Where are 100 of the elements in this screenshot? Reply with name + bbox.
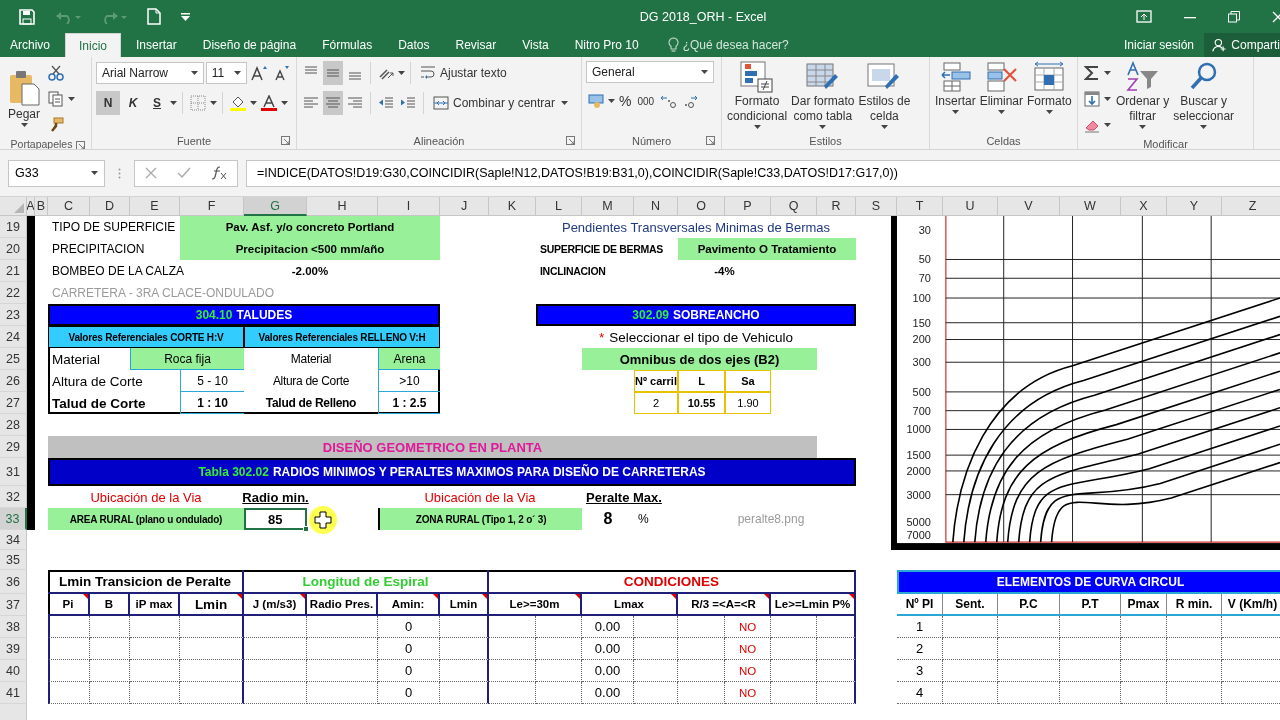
underline-button[interactable]: S <box>146 91 168 115</box>
column-header[interactable]: O <box>678 197 725 216</box>
merge-center-button[interactable]: Combinar y centrar <box>429 91 560 115</box>
decrease-decimal-icon[interactable] <box>682 93 699 109</box>
currency-icon[interactable] <box>588 93 604 109</box>
column-header[interactable]: J <box>440 197 489 216</box>
ribbon-tab[interactable]: Diseño de página <box>191 33 308 57</box>
format-painter-icon[interactable] <box>48 117 64 133</box>
vehicle-dropdown[interactable]: Omnibus de dos ejes (B2) <box>582 348 817 370</box>
ribbon-tab[interactable]: Fórmulas <box>311 33 384 57</box>
row-header[interactable]: 22 <box>0 282 27 304</box>
row-header[interactable]: 33 <box>0 508 27 530</box>
column-header[interactable]: K <box>489 197 536 216</box>
column-header[interactable]: P <box>725 197 771 216</box>
row-header[interactable]: 29 <box>0 436 27 458</box>
insert-function-icon[interactable] <box>211 166 227 180</box>
sum-icon[interactable] <box>1084 65 1100 81</box>
column-header[interactable]: T <box>897 197 943 216</box>
row-header[interactable]: 25 <box>0 348 27 370</box>
copy-icon[interactable] <box>48 91 64 107</box>
ribbon-tab[interactable]: Datos <box>387 33 441 57</box>
row-header[interactable]: 39 <box>0 638 27 660</box>
dialog-launcher-icon[interactable] <box>566 136 575 145</box>
italic-button[interactable]: K <box>122 91 144 115</box>
bold-button[interactable]: N <box>96 91 120 115</box>
increase-decimal-icon[interactable] <box>660 93 677 109</box>
ribbon-tab[interactable]: Archivo <box>2 33 61 57</box>
ribbon-tab[interactable]: Nitro Pro 10 <box>563 33 650 57</box>
scissors-icon[interactable] <box>48 65 64 81</box>
ribbon-tab[interactable]: Inicio <box>65 33 122 57</box>
row-header[interactable]: 26 <box>0 370 27 392</box>
row-header[interactable]: 34 <box>0 530 27 550</box>
dialog-launcher-icon[interactable] <box>76 141 85 149</box>
column-header[interactable]: L <box>536 197 582 216</box>
column-header[interactable]: U <box>943 197 998 216</box>
ribbon-tab[interactable]: Vista <box>511 33 560 57</box>
row-header[interactable]: 38 <box>0 616 27 638</box>
column-header[interactable]: Z <box>1222 197 1280 216</box>
fill-color-icon[interactable] <box>230 95 246 111</box>
row-header[interactable]: 21 <box>0 260 27 282</box>
column-header[interactable]: F <box>180 197 244 216</box>
column-header[interactable]: V <box>998 197 1060 216</box>
row-header[interactable]: 20 <box>0 238 27 260</box>
ribbon-button[interactable]: Dar formato como tabla <box>790 61 856 130</box>
customize-caret-icon[interactable] <box>181 12 190 21</box>
restore-icon[interactable] <box>1228 10 1240 23</box>
name-box[interactable]: G33 <box>8 159 105 187</box>
column-header[interactable]: D <box>90 197 130 216</box>
column-header[interactable]: X <box>1121 197 1167 216</box>
wrap-text-button[interactable]: Ajustar texto <box>416 61 511 85</box>
column-header[interactable]: G <box>244 197 307 216</box>
dialog-launcher-icon[interactable] <box>281 136 290 145</box>
ribbon-button[interactable]: Ordenar y filtrar <box>1115 61 1171 130</box>
row-header[interactable]: 32 <box>0 486 27 508</box>
column-header[interactable]: M <box>582 197 634 216</box>
column-header[interactable]: B <box>35 197 48 216</box>
ribbon-button[interactable]: Buscar y seleccionar <box>1172 61 1236 130</box>
row-header[interactable]: 23 <box>0 304 27 326</box>
column-header[interactable]: Y <box>1167 197 1222 216</box>
row-header[interactable]: 41 <box>0 682 27 704</box>
paste-button[interactable]: Pegar <box>4 70 44 128</box>
grow-font-icon[interactable] <box>251 65 268 81</box>
search-field[interactable]: ¿Qué desea hacer? <box>682 38 813 52</box>
row-header[interactable]: 19 <box>0 216 27 238</box>
percent-button[interactable]: % <box>617 89 634 113</box>
fill-down-icon[interactable] <box>1084 91 1100 107</box>
row-header[interactable]: 28 <box>0 414 27 436</box>
column-header[interactable]: E <box>130 197 180 216</box>
number-format-dropdown[interactable]: General <box>586 61 714 83</box>
font-name-dropdown[interactable]: Arial Narrow <box>96 62 204 84</box>
row-header[interactable]: 31 <box>0 458 27 486</box>
column-header[interactable]: C <box>48 197 90 216</box>
font-color-icon[interactable] <box>261 95 277 111</box>
thousands-button[interactable]: 000 <box>635 89 657 113</box>
row-header[interactable]: 27 <box>0 392 27 414</box>
dialog-launcher-icon[interactable] <box>706 136 715 145</box>
ribbon-button[interactable]: Eliminar <box>978 61 1025 115</box>
close-icon[interactable] <box>1272 10 1280 23</box>
shrink-font-icon[interactable] <box>274 65 290 81</box>
row-header[interactable]: 24 <box>0 326 27 348</box>
row-header[interactable]: 36 <box>0 570 27 594</box>
column-header[interactable]: S <box>856 197 897 216</box>
column-header[interactable]: H <box>307 197 378 216</box>
ribbon-display-icon[interactable] <box>1136 10 1152 23</box>
ribbon-tab[interactable]: Insertar <box>125 33 188 57</box>
sign-in-link[interactable]: Iniciar sesión <box>1113 33 1204 57</box>
share-button[interactable]: Comparti <box>1204 33 1280 57</box>
save-icon[interactable] <box>19 8 35 25</box>
column-header[interactable]: R <box>817 197 856 216</box>
ribbon-button[interactable]: Formato <box>1026 61 1073 115</box>
decrease-indent-icon[interactable] <box>378 95 394 111</box>
column-header[interactable]: I <box>378 197 440 216</box>
ribbon-button[interactable]: Formato condicional <box>726 61 789 130</box>
column-header[interactable]: Q <box>771 197 817 216</box>
ribbon-button[interactable]: Insertar <box>934 61 977 115</box>
row-header[interactable]: 37 <box>0 594 27 616</box>
new-document-icon[interactable] <box>147 8 161 25</box>
row-header[interactable]: 35 <box>0 550 27 570</box>
formula-field[interactable]: =INDICE(DATOS!D19:G30,COINCIDIR(Saple!N12,DATOS!B19:B31,0),COINCIDIR(Saple!C33,DATOS!D17:G17,0)) <box>246 159 1280 187</box>
ribbon-tab[interactable]: Revisar <box>444 33 508 57</box>
